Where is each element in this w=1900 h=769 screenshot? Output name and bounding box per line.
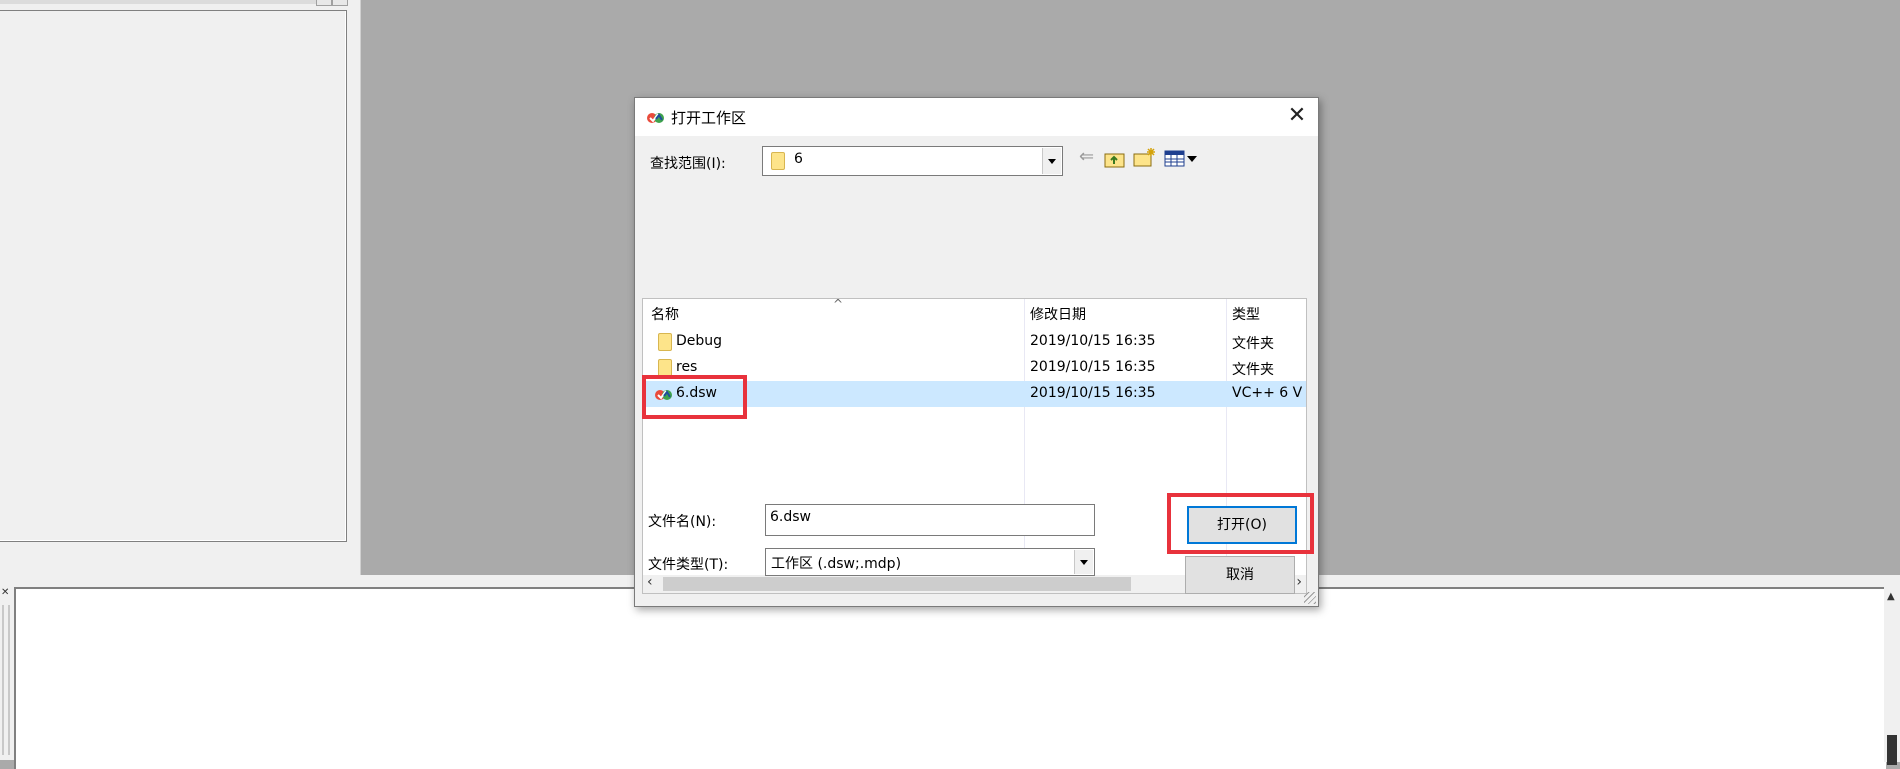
output-text-area[interactable] xyxy=(14,587,1886,769)
chevron-down-icon[interactable] xyxy=(1074,550,1093,574)
output-scroll-thumb[interactable] xyxy=(1887,735,1897,765)
look-in-dropdown[interactable]: 6 xyxy=(762,146,1063,176)
cancel-button[interactable]: 取消 xyxy=(1185,556,1295,594)
horizontal-scroll-thumb[interactable] xyxy=(663,577,1131,591)
file-type-dropdown[interactable]: 工作区 (.dsw;.mdp) xyxy=(765,548,1095,576)
highlight-open-button xyxy=(1167,493,1314,554)
scroll-left-button[interactable] xyxy=(316,0,332,6)
column-header-date[interactable]: 修改日期 xyxy=(1030,304,1086,324)
output-vertical-scrollbar[interactable]: ▲ xyxy=(1884,587,1900,765)
file-name-label: 文件名(N): xyxy=(648,514,717,530)
highlight-selected-file xyxy=(642,375,747,419)
file-row-debug[interactable]: Debug 2019/10/15 16:35 文件夹 xyxy=(643,329,1306,355)
vc-workspace-icon xyxy=(647,113,664,123)
chevron-down-icon[interactable] xyxy=(1042,148,1061,174)
folder-icon xyxy=(771,152,785,170)
look-in-label: 查找范围(I): xyxy=(650,156,726,172)
close-icon[interactable]: ✕ xyxy=(1284,104,1310,130)
folder-icon xyxy=(658,333,672,351)
workspace-panel xyxy=(0,0,361,575)
file-type: 文件夹 xyxy=(1232,336,1274,352)
file-type: VC++ 6 V xyxy=(1232,385,1302,401)
dialog-title: 打开工作区 xyxy=(671,109,747,127)
file-type-value: 工作区 (.dsw;.mdp) xyxy=(771,556,902,572)
output-close-icon[interactable]: ✕ xyxy=(1,587,12,598)
file-date: 2019/10/15 16:35 xyxy=(1030,359,1156,375)
file-type-label: 文件类型(T): xyxy=(648,557,729,573)
sort-ascending-icon: ^ xyxy=(833,297,844,311)
file-type: 文件夹 xyxy=(1232,362,1274,378)
chevron-left-icon[interactable]: ‹ xyxy=(647,574,653,590)
back-arrow-icon[interactable]: ⇐ xyxy=(1079,146,1099,168)
open-workspace-dialog: 打开工作区 ✕ 查找范围(I): 6 ⇐ ^ 名称 修改日期 类型 Debug … xyxy=(634,97,1319,607)
workspace-panel-scrollbar[interactable] xyxy=(0,0,348,6)
column-header-name[interactable]: 名称 xyxy=(651,304,679,324)
file-name: res xyxy=(676,359,698,375)
scroll-right-button[interactable] xyxy=(332,0,348,6)
chevron-right-icon[interactable]: › xyxy=(1296,574,1302,590)
file-name-input[interactable]: 6.dsw xyxy=(765,504,1095,536)
file-date: 2019/10/15 16:35 xyxy=(1030,385,1156,401)
new-folder-icon[interactable] xyxy=(1133,146,1157,168)
file-list-header: ^ 名称 修改日期 类型 xyxy=(643,297,1306,327)
view-menu-icon[interactable] xyxy=(1164,148,1200,170)
up-one-level-icon[interactable] xyxy=(1104,148,1126,170)
workspace-tree-view[interactable] xyxy=(0,10,347,542)
dialog-titlebar[interactable]: 打开工作区 ✕ xyxy=(635,98,1318,136)
resize-grip-icon[interactable] xyxy=(1304,592,1316,604)
look-in-value: 6 xyxy=(794,151,803,167)
file-date: 2019/10/15 16:35 xyxy=(1030,333,1156,349)
scroll-up-icon[interactable]: ▲ xyxy=(1887,591,1895,602)
file-name: Debug xyxy=(676,333,723,349)
output-gripper[interactable] xyxy=(2,605,10,755)
column-header-type[interactable]: 类型 xyxy=(1232,304,1260,324)
